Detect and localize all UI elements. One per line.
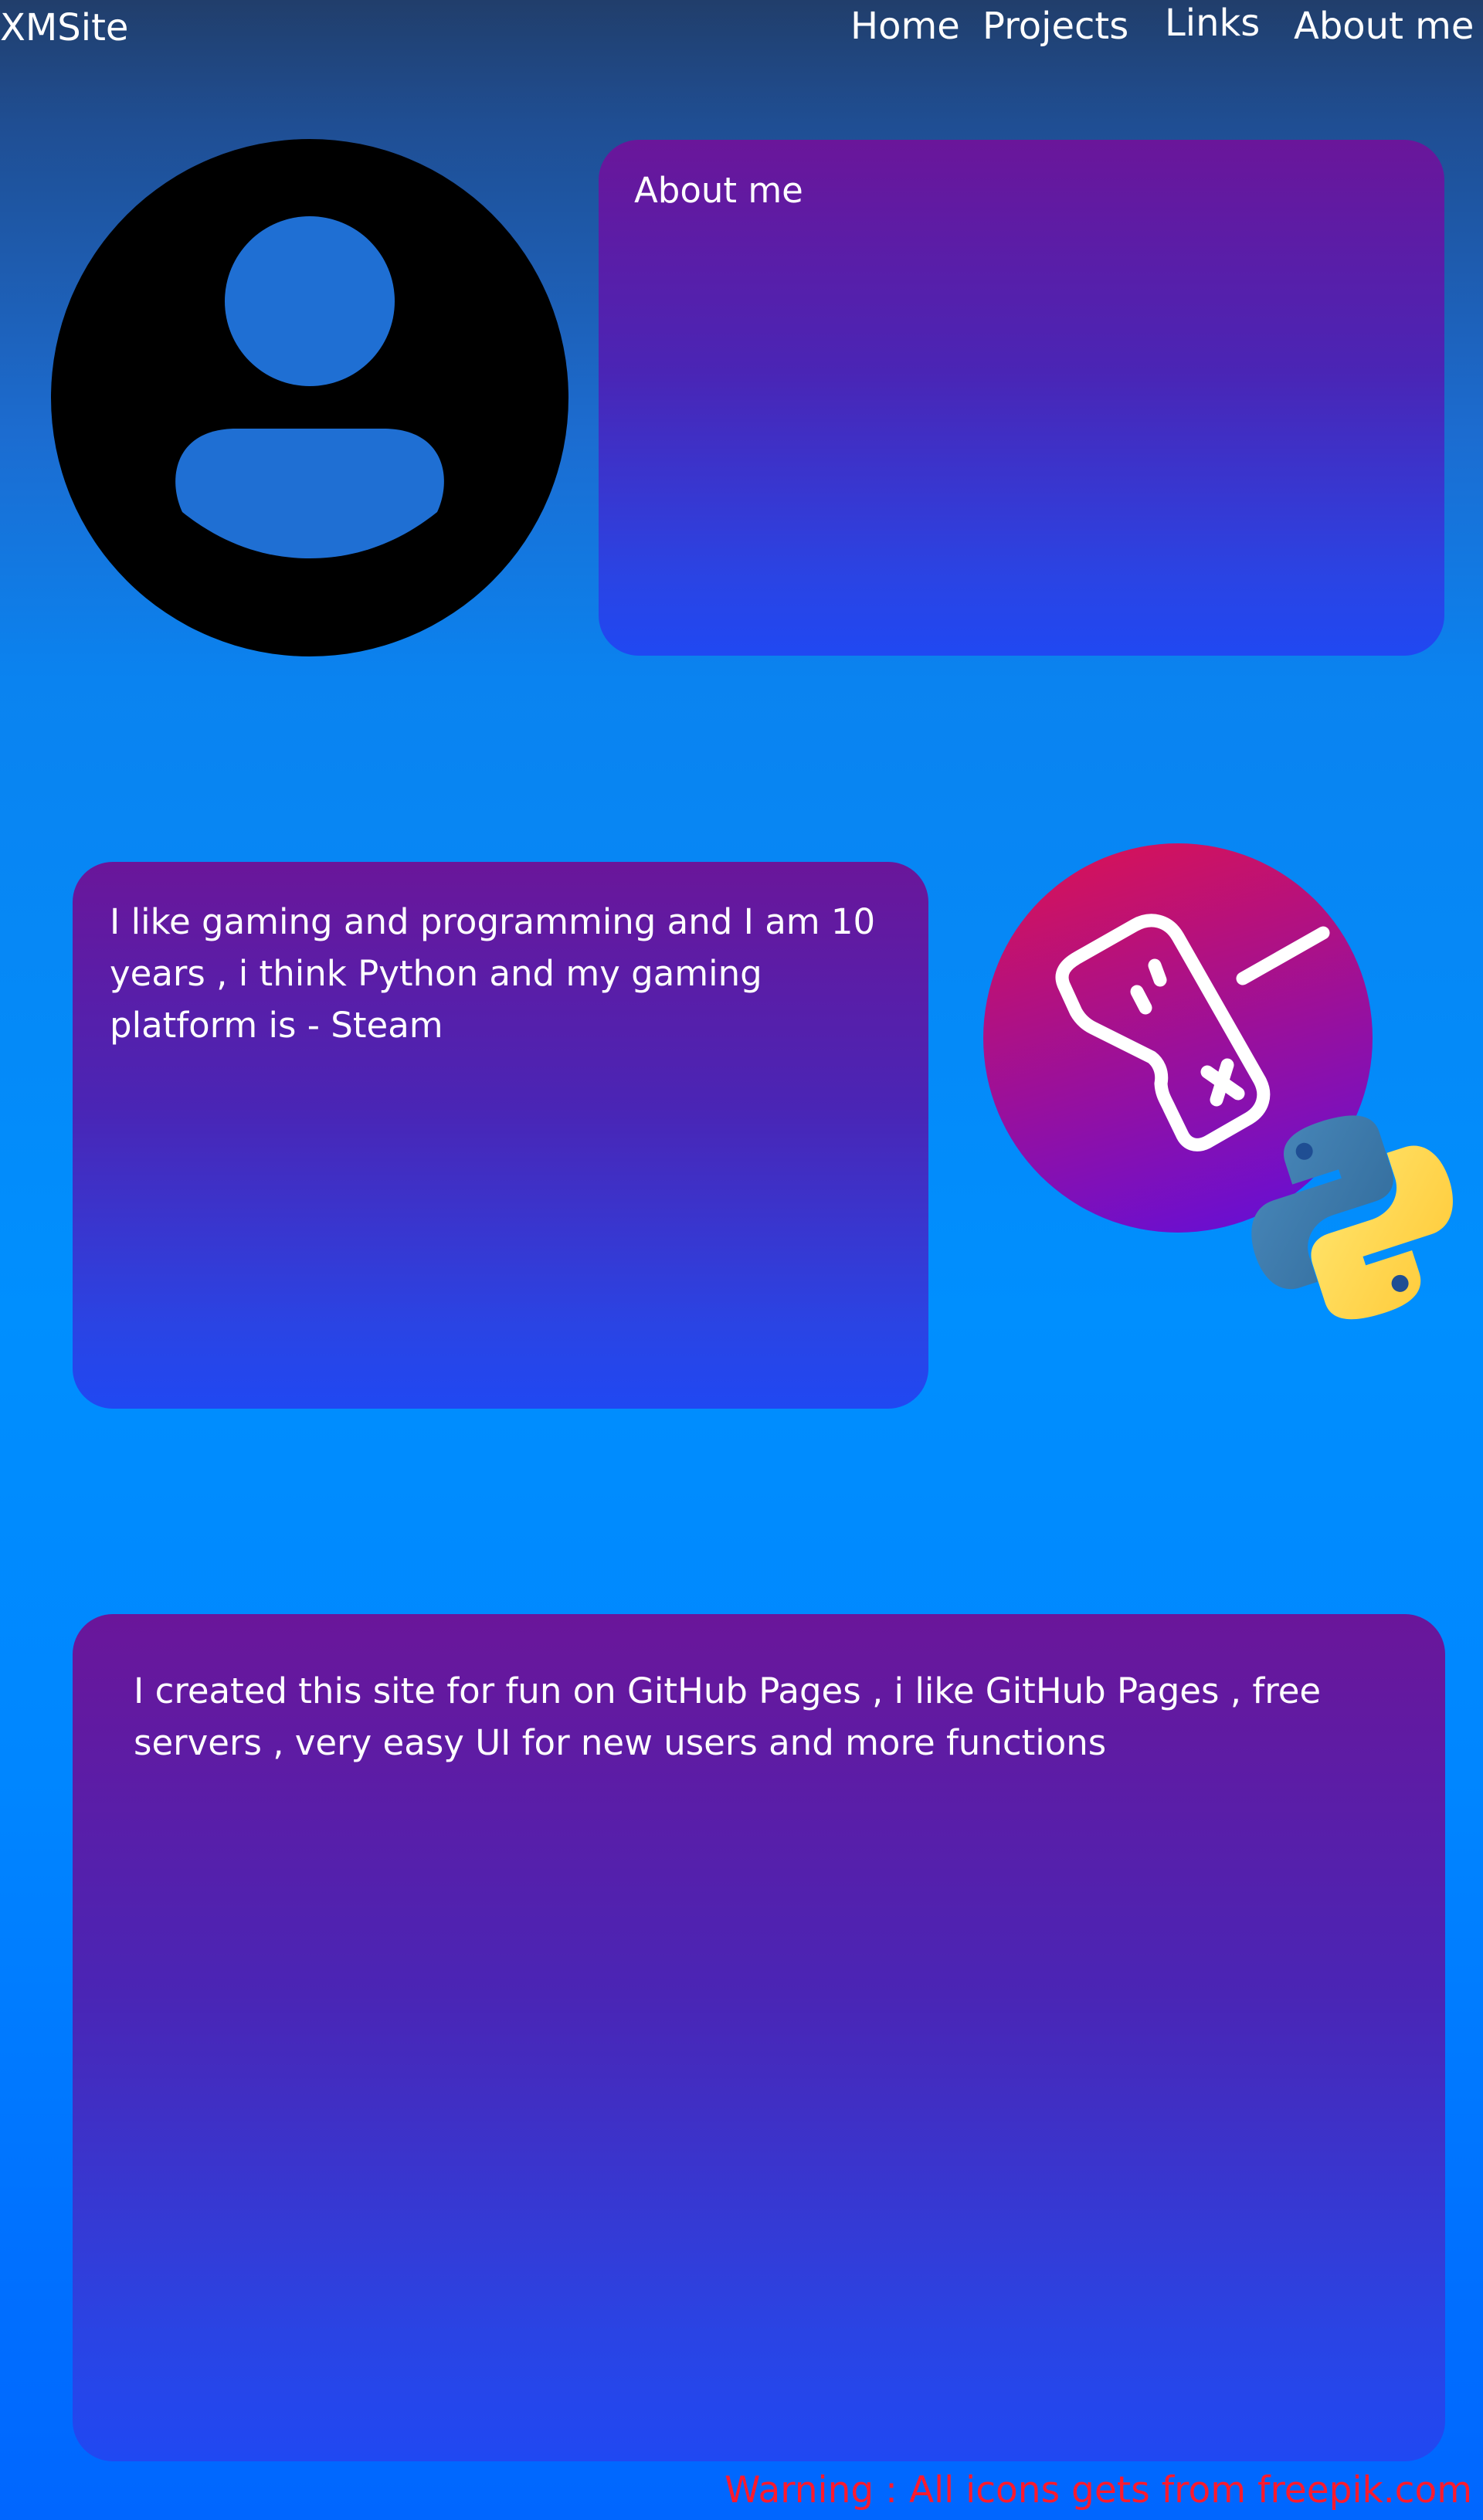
python-logo-icon [1251, 1115, 1453, 1320]
interests-card: I like gaming and programming and I am 1… [73, 862, 928, 1409]
icons-warning: Warning : All icons gets from freepik.co… [725, 2469, 1473, 2512]
site-info-text: I created this site for fun on GitHub Pa… [134, 1670, 1322, 1763]
nav-projects[interactable]: Projects [982, 5, 1128, 48]
nav-home[interactable]: Home [850, 5, 960, 48]
nav-links[interactable]: Links [1165, 2, 1260, 45]
nav-about-me[interactable]: About me [1294, 5, 1474, 48]
about-card-title: About me [634, 170, 803, 211]
about-card: About me [599, 140, 1444, 656]
site-info-card: I created this site for fun on GitHub Pa… [73, 1614, 1445, 2461]
site-brand[interactable]: XMSite [0, 6, 128, 49]
interests-text: I like gaming and programming and I am 1… [110, 901, 876, 1046]
user-avatar-icon [51, 139, 568, 656]
